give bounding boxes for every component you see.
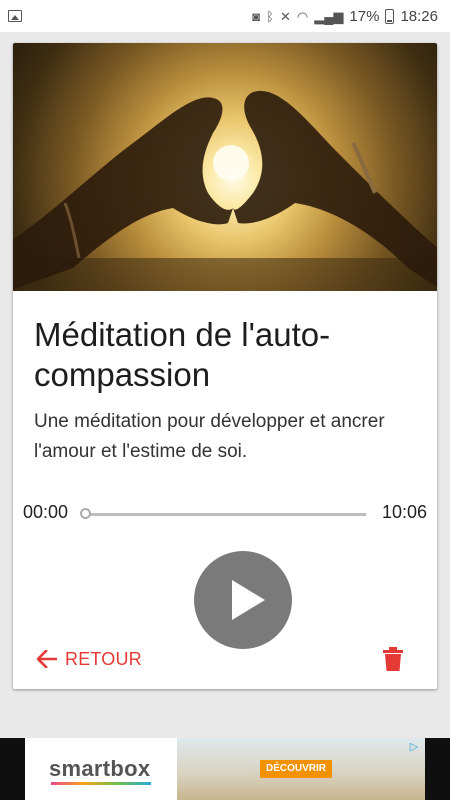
trash-icon — [383, 647, 403, 671]
back-button-label: RETOUR — [65, 648, 142, 669]
signal-icon: ▂▄▆ — [314, 8, 344, 24]
current-time: 00:00 — [23, 502, 69, 522]
arrow-left-icon — [37, 650, 57, 668]
bluetooth-icon: ᛒ — [266, 8, 274, 24]
ad-content[interactable]: smartbox DÉCOUVRIR ▷ — [25, 738, 425, 800]
battery-icon — [385, 8, 395, 24]
ad-cta-button[interactable]: DÉCOUVRIR — [260, 760, 332, 778]
ad-banner[interactable]: smartbox DÉCOUVRIR ▷ — [0, 738, 450, 800]
duration-time: 10:06 — [381, 502, 427, 522]
ad-logo-underline — [51, 782, 151, 785]
mute-icon: ✕ — [279, 8, 291, 24]
play-icon — [232, 580, 265, 620]
clock: 18:26 — [400, 7, 438, 25]
adchoices-icon[interactable]: ▷ — [407, 740, 421, 754]
play-button[interactable] — [194, 551, 292, 649]
heart-hands-illustration — [13, 90, 437, 291]
wifi-icon: ◠ — [296, 8, 309, 24]
gallery-icon — [8, 10, 22, 22]
seek-thumb[interactable] — [80, 508, 91, 519]
seek-track[interactable] — [86, 513, 366, 516]
meditation-description: Une méditation pour développer et ancrer… — [34, 411, 385, 462]
delete-button[interactable] — [383, 647, 403, 671]
hero-image — [13, 43, 437, 291]
headset-icon: ◙ — [252, 8, 261, 24]
back-button[interactable]: RETOUR — [37, 647, 142, 671]
ad-brand-logo: smartbox — [49, 756, 151, 781]
meditation-title: Méditation de l'auto-compassion — [34, 316, 331, 393]
status-bar: ◙ ᛒ ✕ ◠ ▂▄▆ 17% 18:26 — [0, 0, 450, 32]
battery-percent: 17% — [349, 7, 380, 25]
meditation-card: Méditation de l'auto-compassion Une médi… — [13, 43, 437, 689]
seek-bar[interactable] — [80, 505, 366, 525]
